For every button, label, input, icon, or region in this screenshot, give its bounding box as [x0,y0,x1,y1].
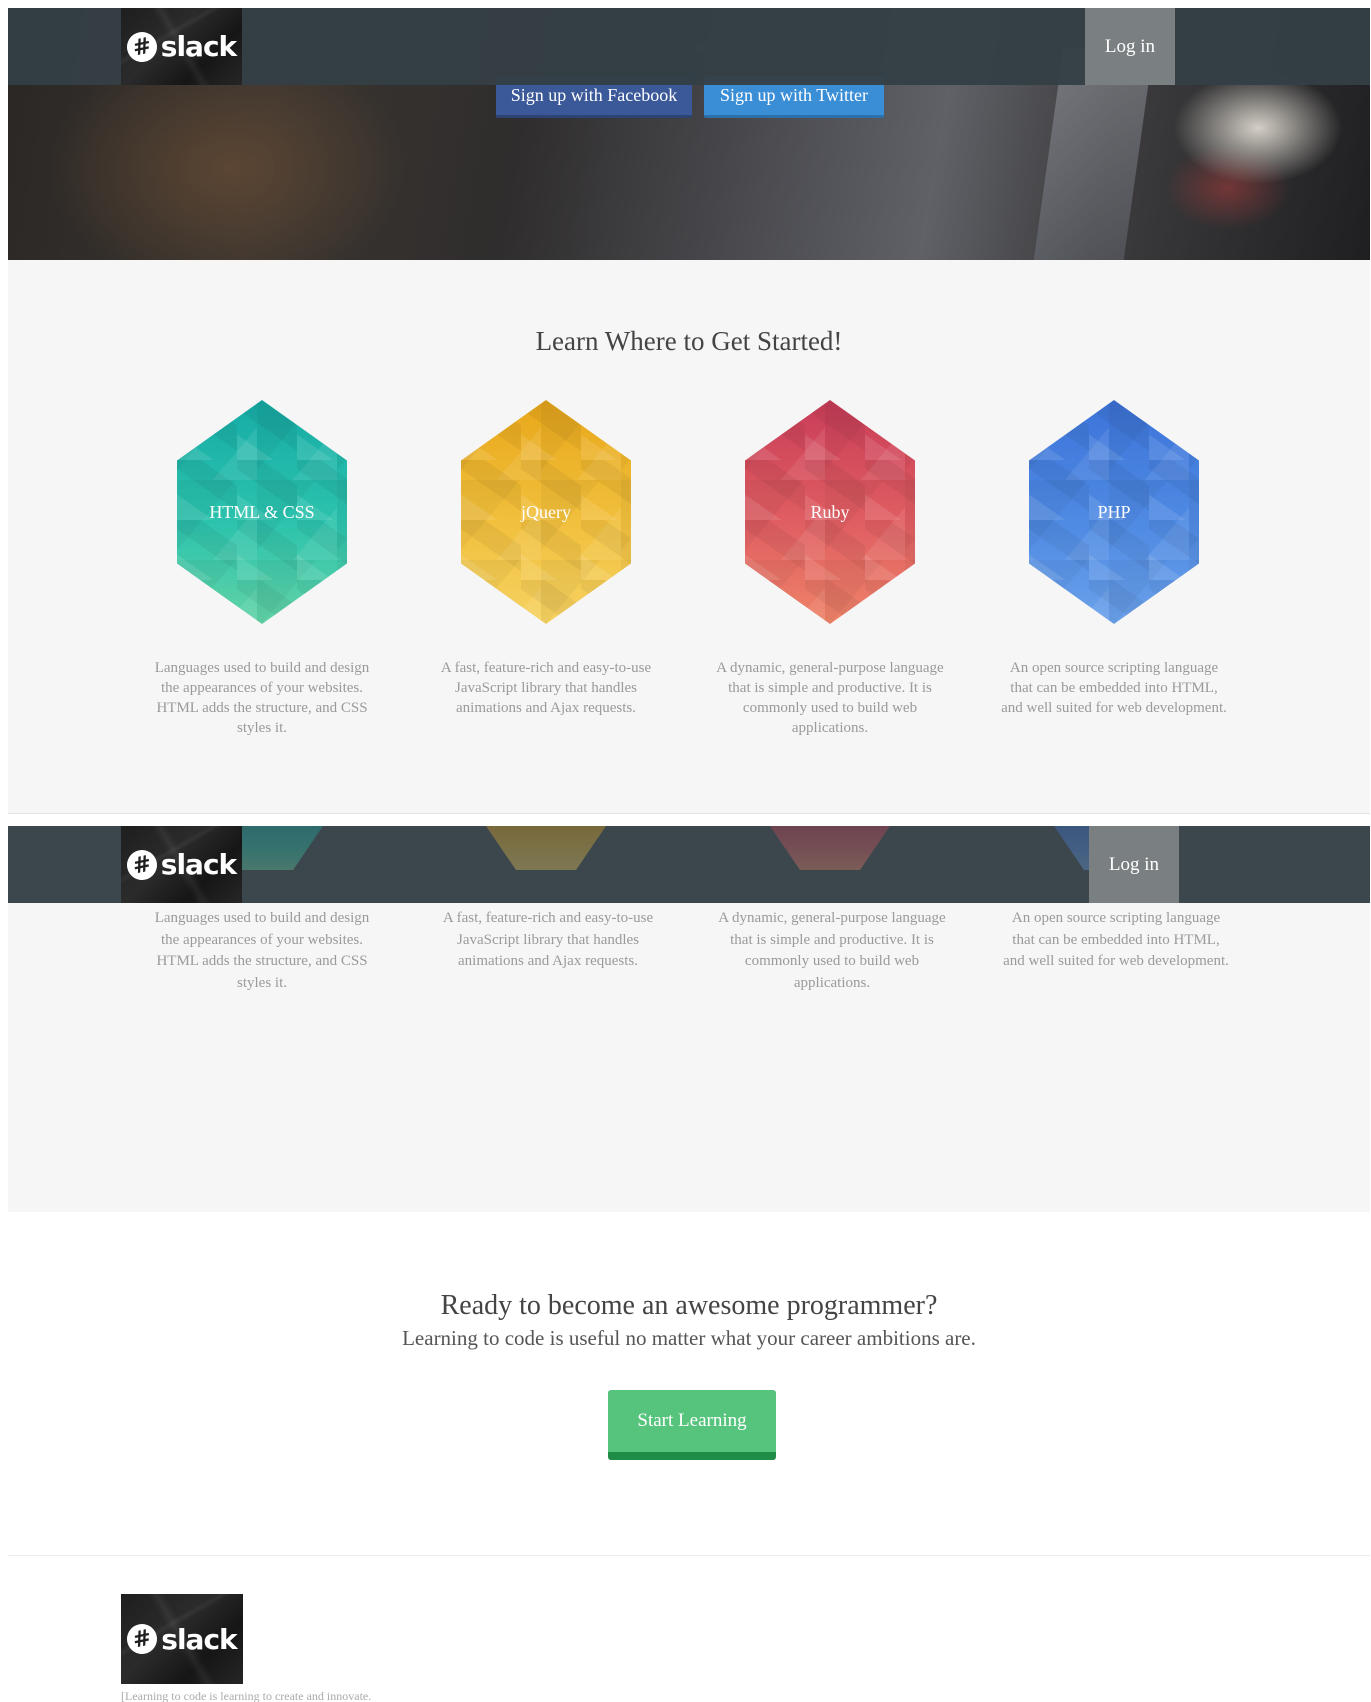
course-label: PHP [1097,501,1131,522]
slack-hash-icon: # [124,28,160,65]
course-label: HTML & CSS [209,501,315,522]
slack-logo[interactable]: # slack [121,8,242,85]
ruby-hexagon-peek [770,826,890,870]
slack-hash-icon: # [124,1621,161,1657]
logo-wordmark: slack [161,1622,237,1656]
course-label: jQuery [521,501,571,522]
html-css-hexagon[interactable]: HTML & CSS [177,400,347,624]
ruby-hexagon[interactable]: Ruby [745,400,915,624]
cta-title: Ready to become an awesome programmer? [440,1290,938,1321]
cta-section: Ready to become an awesome programmer? L… [8,1212,1370,1556]
learn-section: Learn Where to Get Started! HTML & CSS L… [8,260,1370,814]
course-label: Ruby [810,501,850,522]
course-description: An open source scripting language that c… [1003,910,1229,969]
footer: # slack [Learning to code is learning to… [8,1557,1370,1702]
course-description: A fast, feature-rich and easy-to-use Jav… [440,660,652,716]
login-button[interactable]: Log in [1085,8,1175,85]
course-description: Languages used to build and design the a… [154,660,370,736]
top-header: # slack Log in [8,8,1370,85]
login-button[interactable]: Log in [1089,826,1179,903]
php-hexagon[interactable]: PHP [1029,400,1199,624]
slack-logo[interactable]: # slack [121,826,242,903]
course-description: A fast, feature-rich and easy-to-use Jav… [442,910,654,969]
logo-wordmark: slack [160,848,237,881]
sticky-header: # slack Log in [8,826,1370,903]
footer-tagline: [Learning to code is learning to create … [121,1689,372,1702]
footer-slack-logo[interactable]: # slack [121,1594,243,1684]
jquery-hexagon-peek [486,826,606,870]
start-learning-button[interactable]: Start Learning [608,1390,776,1460]
course-description: A dynamic, general-purpose language that… [718,910,946,991]
cta-subtitle: Learning to code is useful no matter wha… [402,1326,976,1350]
section-title: Learn Where to Get Started! [535,326,843,356]
jquery-hexagon[interactable]: jQuery [461,400,631,624]
logo-wordmark: slack [160,30,237,63]
course-description: An open source scripting language that c… [1001,660,1227,716]
slack-hash-icon: # [124,846,160,883]
course-description: A dynamic, general-purpose language that… [716,660,944,736]
course-description: Languages used to build and design the a… [154,910,370,991]
